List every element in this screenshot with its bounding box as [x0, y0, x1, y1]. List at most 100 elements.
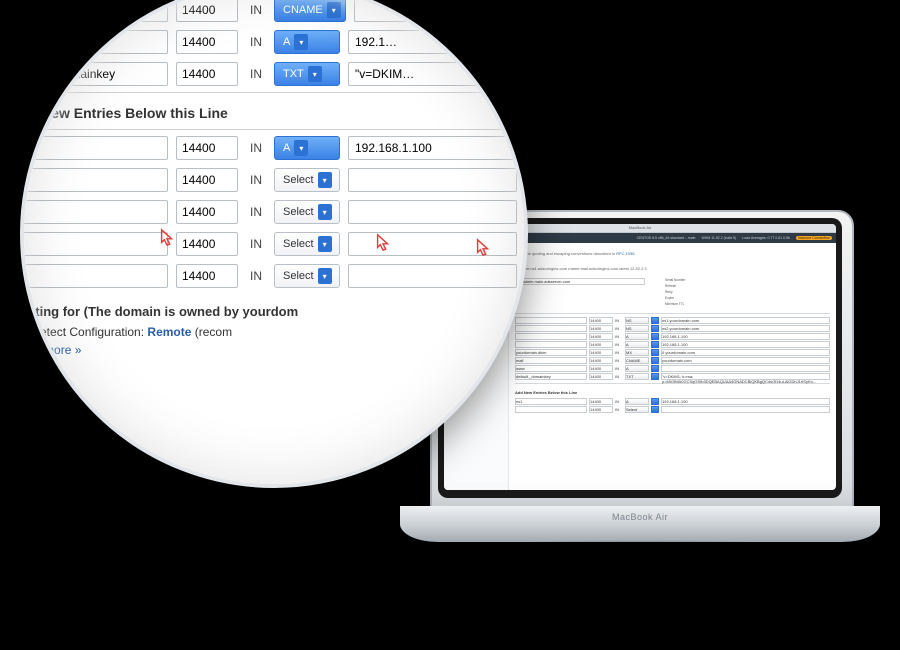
rfc-link[interactable]: RFC 1035	[616, 251, 634, 256]
record-ttl-input[interactable]	[176, 168, 238, 192]
record-type-select[interactable]: Select▾	[274, 232, 340, 256]
record-type-select[interactable]: A	[625, 341, 649, 348]
record-value-input[interactable]: 192.168.1.100	[661, 398, 830, 405]
record-value-input[interactable]: ns2.yourdomain.com	[661, 325, 830, 332]
record-name-input[interactable]: www	[515, 365, 587, 372]
record-type-select[interactable]: CNAME▾	[274, 0, 346, 22]
record-value-input[interactable]: 192.168.1.100	[661, 333, 830, 340]
dropdown-arrow-icon[interactable]	[651, 341, 659, 348]
record-value-input[interactable]	[348, 136, 517, 160]
record-name-input[interactable]	[20, 136, 168, 160]
more-link-1[interactable]: anger more »	[20, 343, 81, 357]
record-name-input[interactable]	[20, 62, 168, 86]
record-class: IN	[615, 342, 623, 347]
record-ttl-input[interactable]: 14400	[589, 365, 613, 372]
dropdown-arrow-icon[interactable]	[651, 398, 659, 405]
dns-record-row: default._domainkey14400INTXT "v=DKIM1; k=…	[515, 373, 830, 380]
record-value-input[interactable]	[661, 406, 830, 413]
record-type-select[interactable]: TXT▾	[274, 62, 340, 86]
record-ttl-input[interactable]	[176, 136, 238, 160]
record-name-input[interactable]: yourdomain.dkim	[515, 349, 587, 356]
record-ttl-input[interactable]	[176, 0, 238, 22]
more-link-2[interactable]: r more »	[20, 361, 55, 375]
os-label: CENTOS 6.5 x86_64 standard – main	[637, 236, 696, 240]
record-name-input[interactable]	[20, 232, 168, 256]
record-name-input[interactable]	[20, 200, 168, 224]
record-value-input[interactable]	[348, 168, 517, 192]
record-ttl-input[interactable]: 14400	[589, 357, 613, 364]
record-ttl-input[interactable]: 14400	[589, 341, 613, 348]
record-name-input[interactable]	[515, 317, 587, 324]
record-class: IN	[615, 374, 623, 379]
record-ttl-input[interactable]: 14400	[589, 349, 613, 356]
record-name-input[interactable]	[515, 333, 587, 340]
record-type-select[interactable]: CNAME	[625, 357, 649, 364]
soa-ns-field[interactable]: dnsadmin.main.adsserver.com	[515, 278, 645, 285]
dns-record-row: 14400INSelect	[515, 406, 830, 413]
record-type-select[interactable]: TXT	[625, 373, 649, 380]
record-type-select[interactable]: Select	[625, 406, 649, 413]
record-ttl-input[interactable]	[176, 264, 238, 288]
record-value-input[interactable]: 192.168.1.100	[661, 341, 830, 348]
record-name-input[interactable]	[20, 168, 168, 192]
dropdown-arrow-icon[interactable]	[651, 406, 659, 413]
record-name-input[interactable]	[20, 264, 168, 288]
record-ttl-input[interactable]: 14400	[589, 333, 613, 340]
record-name-input[interactable]: default._domainkey	[515, 373, 587, 380]
record-value-input[interactable]	[348, 30, 517, 54]
record-type-select[interactable]: Select▾	[274, 168, 340, 192]
dropdown-arrow-icon[interactable]	[651, 357, 659, 364]
record-type-select[interactable]: Select▾	[274, 200, 340, 224]
record-ttl-input[interactable]: 14400	[589, 398, 613, 405]
dropdown-arrow-icon[interactable]	[651, 333, 659, 340]
record-ttl-input[interactable]	[176, 30, 238, 54]
record-value-input[interactable]	[348, 232, 517, 256]
record-type-select[interactable]: A	[625, 365, 649, 372]
record-name-input[interactable]	[515, 341, 587, 348]
laptop-brand: MacBook Air	[400, 512, 880, 522]
record-ttl-input[interactable]: 14400	[589, 406, 613, 413]
record-name-input[interactable]	[515, 406, 587, 413]
record-type-select[interactable]: NS	[625, 325, 649, 332]
record-value-input[interactable]	[348, 264, 517, 288]
record-type-select[interactable]: A	[625, 333, 649, 340]
record-name-input[interactable]	[20, 0, 168, 22]
record-value-input[interactable]: "v=DKIM1; k=rsa; p=MIGfMA0GCSqGSIb3DQEBA…	[661, 373, 830, 380]
record-ttl-input[interactable]: 14400	[589, 373, 613, 380]
record-type-select[interactable]: Select▾	[274, 264, 340, 288]
record-ttl-input[interactable]	[176, 200, 238, 224]
dns-record-row: INCNAME▾	[20, 0, 528, 26]
record-type-select[interactable]: A	[625, 398, 649, 405]
record-value-input[interactable]	[348, 62, 517, 86]
record-name-input[interactable]	[515, 325, 587, 332]
dropdown-arrow-icon[interactable]	[651, 373, 659, 380]
record-ttl-input[interactable]: 14400	[589, 317, 613, 324]
record-value-input[interactable]: ns1.yourdomain.com	[661, 317, 830, 324]
record-ttl-input[interactable]	[176, 62, 238, 86]
record-type-select[interactable]: A▾	[274, 30, 340, 54]
record-name-input[interactable]: mail	[515, 357, 587, 364]
record-type-select[interactable]: MX	[625, 349, 649, 356]
insecure-connection-badge[interactable]: Insecure Connection	[796, 236, 832, 240]
dropdown-arrow-icon[interactable]	[651, 325, 659, 332]
record-class: IN	[246, 67, 266, 81]
dns-record-row: yourdomain.dkim14400INMX0 yourdomain.com	[515, 349, 830, 356]
record-type-select[interactable]: A▾	[274, 136, 340, 160]
record-name-input[interactable]	[20, 30, 168, 54]
dropdown-arrow-icon[interactable]	[651, 317, 659, 324]
record-value-input[interactable]	[354, 0, 523, 22]
record-value-input[interactable]	[348, 200, 517, 224]
record-ttl-input[interactable]	[176, 232, 238, 256]
load-averages: Load Averages: 0.77 0.61 0.56	[742, 236, 790, 240]
record-value-input[interactable]: 0 yourdomain.com	[661, 349, 830, 356]
record-type-select[interactable]: NS	[625, 317, 649, 324]
email-routing-heading: Routing for (The domain is owned by your…	[20, 292, 528, 323]
record-class: IN	[246, 205, 266, 219]
record-value-input[interactable]: yourdomain.com	[661, 357, 830, 364]
dropdown-arrow-icon[interactable]	[651, 349, 659, 356]
soa-label: Minimum TTL	[665, 301, 830, 307]
record-value-input[interactable]	[661, 365, 830, 372]
record-ttl-input[interactable]: 14400	[589, 325, 613, 332]
dropdown-arrow-icon[interactable]	[651, 365, 659, 372]
record-name-input[interactable]: ns1	[515, 398, 587, 405]
